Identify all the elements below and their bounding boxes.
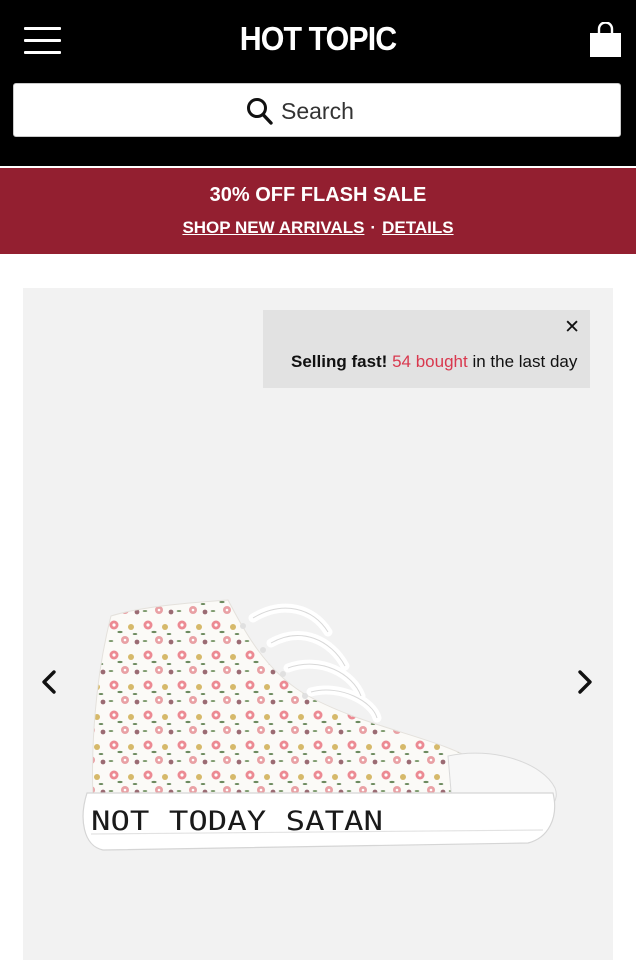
toast-suffix: in the last day [472, 352, 578, 371]
shopping-bag-icon[interactable] [589, 22, 622, 58]
site-logo[interactable]: HOT TOPIC [25, 20, 610, 58]
details-link[interactable]: DETAILS [382, 218, 453, 237]
product-image-gallery[interactable]: ✕ Selling fast! 54 bought in the last da… [23, 288, 613, 960]
selling-fast-toast: ✕ Selling fast! 54 bought in the last da… [263, 310, 590, 388]
shop-new-arrivals-link[interactable]: SHOP NEW ARRIVALS [182, 218, 364, 237]
promo-separator: · [370, 218, 377, 237]
promo-links: SHOP NEW ARRIVALS · DETAILS [0, 218, 636, 238]
close-icon[interactable]: ✕ [564, 316, 580, 339]
toast-count: 54 bought [392, 352, 468, 371]
toast-message: Selling fast! 54 bought in the last day [291, 352, 577, 372]
toast-prefix: Selling fast! [291, 352, 388, 371]
search-input[interactable]: Search [13, 83, 621, 137]
site-header: HOT TOPIC Search [0, 0, 636, 166]
promo-headline: 30% OFF FLASH SALE [209, 184, 427, 206]
search-icon [247, 98, 273, 125]
product-image: NOT TODAY SATAN [82, 599, 557, 851]
chevron-right-icon[interactable] [574, 664, 598, 698]
chevron-left-icon[interactable] [36, 664, 60, 698]
sole-text: NOT TODAY SATAN [91, 806, 383, 837]
promo-banner: 30% OFF FLASH SALE SHOP NEW ARRIVALS · DET… [0, 168, 636, 254]
search-placeholder: Search [281, 97, 354, 124]
